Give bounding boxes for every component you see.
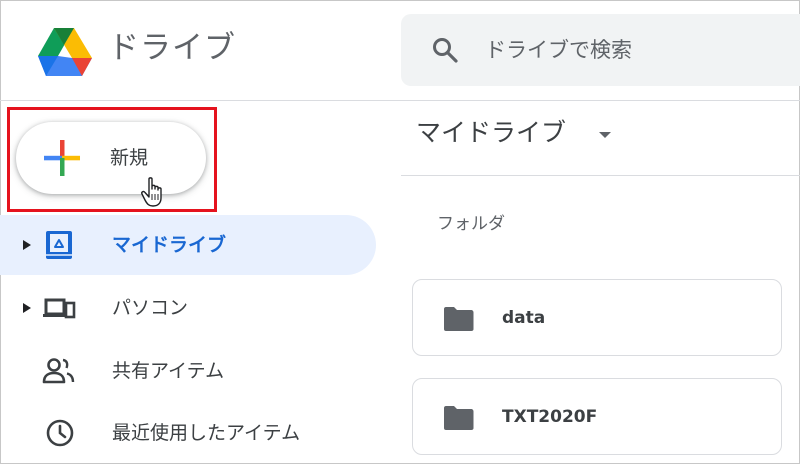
page-title[interactable]: マイドライブ <box>416 115 566 151</box>
folder-name: TXT2020F <box>502 407 598 427</box>
sidebar-item-label: マイドライブ <box>112 234 227 256</box>
sidebar-item-label: パソコン <box>112 297 189 319</box>
search-input[interactable] <box>485 34 785 66</box>
folder-icon <box>444 307 474 331</box>
computers-icon <box>43 298 76 319</box>
shared-people-icon <box>42 358 75 384</box>
expand-caret-icon[interactable] <box>22 239 32 251</box>
sidebar-item-recent[interactable]: 最近使用したアイテム <box>0 403 376 463</box>
search-icon[interactable] <box>431 36 459 64</box>
sidebar-item-label: 最近使用したアイテム <box>112 422 301 444</box>
sidebar-item-my-drive[interactable]: マイドライブ <box>0 215 376 275</box>
search-bar[interactable] <box>401 14 800 86</box>
my-drive-icon <box>46 231 72 259</box>
sidebar-item-shared[interactable]: 共有アイテム <box>0 341 376 401</box>
section-label-folders: フォルダ <box>437 214 505 234</box>
folder-name: data <box>502 308 546 328</box>
highlight-box <box>7 107 217 212</box>
main-divider <box>401 175 800 176</box>
clock-icon <box>46 419 74 447</box>
folder-card[interactable]: TXT2020F <box>412 378 782 455</box>
sidebar-item-label: 共有アイテム <box>112 360 225 382</box>
folder-card[interactable]: data <box>412 279 782 356</box>
expand-caret-icon[interactable] <box>22 302 32 314</box>
header-divider <box>0 100 800 101</box>
app-title: ドライブ <box>108 30 236 66</box>
chevron-down-icon[interactable] <box>598 131 612 139</box>
drive-logo-icon <box>38 28 92 76</box>
folder-icon <box>444 406 474 430</box>
sidebar-item-computers[interactable]: パソコン <box>0 278 376 338</box>
